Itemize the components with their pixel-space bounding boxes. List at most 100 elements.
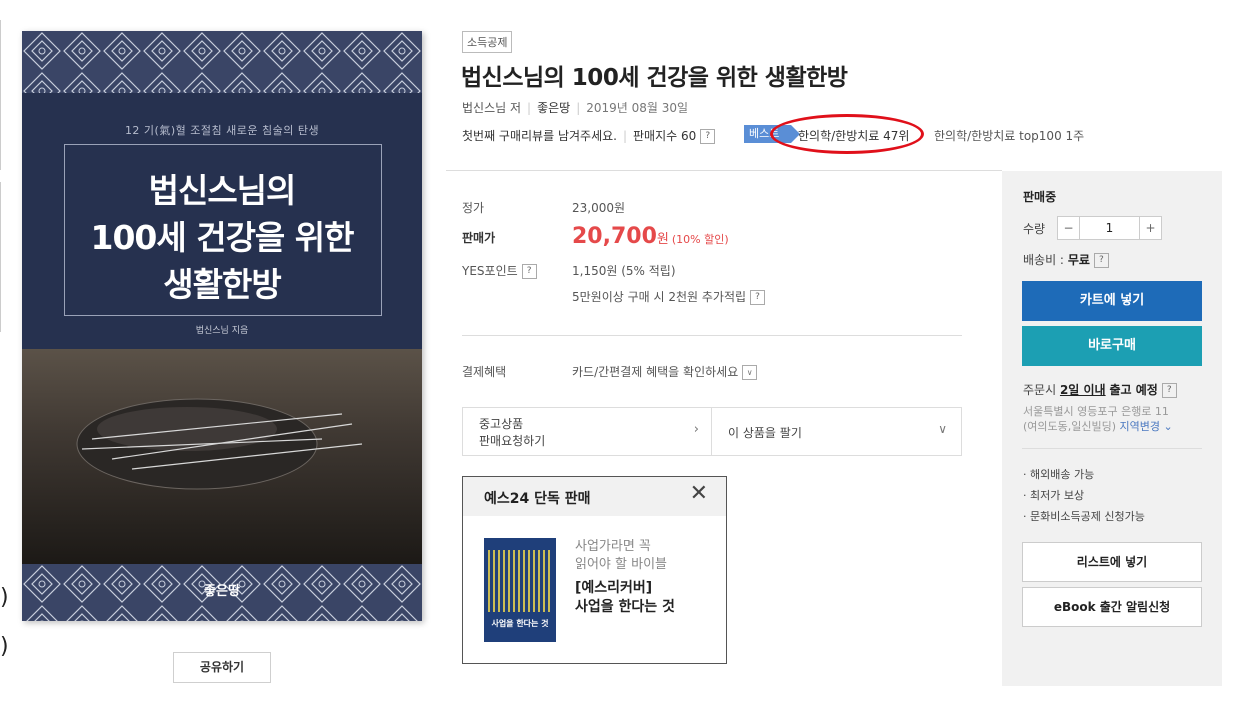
delivery-address-line: 서울특별시 영등포구 은행로 11: [1023, 405, 1169, 418]
used-goods-request-button[interactable]: 중고상품 판매요청하기 ›: [463, 408, 712, 455]
list-price-value: 23,000원: [572, 201, 626, 215]
left-edge-divider: [0, 20, 1, 170]
cover-publisher: 좋은땅: [204, 584, 240, 599]
red-highlight-circle: [770, 114, 924, 154]
promo-title-line: [예스리커버]: [575, 580, 653, 596]
publish-date: 2019년 08월 30일: [586, 101, 689, 115]
sales-index: 판매지수 60: [633, 129, 697, 143]
income-deduction-badge: 소득공제: [462, 31, 513, 53]
sale-price-unit: 원: [656, 232, 669, 247]
shipping-fee: 배송비 : 무료?: [1023, 251, 1109, 268]
author-link[interactable]: 법신스님 저: [462, 101, 521, 115]
share-button[interactable]: 공유하기: [173, 652, 271, 683]
help-icon[interactable]: ?: [750, 290, 766, 305]
payment-benefit-value: 카드/간편결제 혜택을 확인하세요: [572, 365, 739, 379]
used-goods-request-label: 판매요청하기: [479, 434, 546, 448]
ebook-alert-button[interactable]: eBook 출간 알림신청: [1022, 587, 1202, 627]
feature-item: · 문화비소득공제 신청가능: [1023, 510, 1145, 523]
delivery-address-line-2: (여의도동,일신빌딩) 지역변경 ⌄: [1023, 418, 1173, 434]
chevron-down-icon: ∨: [938, 422, 947, 436]
point-label: YES포인트: [462, 264, 518, 278]
cover-author: 법신스님 지음: [195, 326, 249, 336]
shipping-label: 배송비 :: [1023, 253, 1064, 267]
sell-item-label: 이 상품을 팔기: [728, 426, 802, 440]
promo-subtitle: 사업가라면 꼭 읽어야 할 바이블: [575, 538, 667, 574]
help-icon[interactable]: ?: [1161, 383, 1177, 398]
point-extra-row: 5만원이상 구매 시 2천원 추가적립?: [572, 288, 766, 305]
payment-benefit-row: 카드/간편결제 혜택을 확인하세요 ∨: [572, 363, 758, 380]
cover-title-line: 법신스님의: [148, 171, 297, 210]
sale-price: 20,700원 (10% 할인): [572, 224, 729, 249]
promo-book-title[interactable]: [예스리커버] 사업을 한다는 것: [575, 579, 675, 617]
quantity-increase-button[interactable]: +: [1139, 217, 1161, 239]
thumbnail-pattern: [488, 550, 552, 612]
help-icon[interactable]: ?: [521, 264, 537, 279]
cover-subtitle: 12 기(氣)혈 조절침 새로운 침술의 탄생: [124, 124, 320, 137]
cover-photo: [22, 349, 422, 564]
help-icon[interactable]: ?: [700, 129, 716, 144]
product-meta: 법신스님 저 | 좋은땅 | 2019년 08월 30일: [462, 99, 688, 116]
review-row: 첫번째 구매리뷰를 남겨주세요. | 판매지수 60?: [462, 127, 716, 144]
promo-book-thumbnail[interactable]: 사업을 한다는 것: [484, 538, 556, 642]
promo-title: 예스24 단독 판매: [484, 491, 591, 507]
book-cover-image[interactable]: 12 기(氣)혈 조절침 새로운 침술의 탄생 법신스님의 100세 건강을 위…: [22, 31, 422, 621]
list-price-label: 정가: [462, 201, 485, 215]
cover-top-pattern: [22, 31, 422, 93]
left-edge-glyph: ): [0, 634, 9, 659]
left-edge-glyph: ): [0, 585, 9, 610]
sale-status: 판매중: [1023, 190, 1057, 204]
close-icon[interactable]: ✕: [690, 483, 708, 505]
meta-separator: |: [576, 101, 581, 115]
exclusive-promo-popup: 예스24 단독 판매 ✕ 사업을 한다는 것 사업가라면 꼭 읽어야 할 바이블…: [462, 476, 727, 664]
cover-title-line: 100세 건강을 위한: [90, 218, 354, 257]
change-region-link[interactable]: 지역변경 ⌄: [1120, 420, 1173, 433]
sell-item-dropdown[interactable]: 이 상품을 팔기 ∨: [712, 408, 961, 455]
discount-rate: (10% 할인): [671, 233, 729, 246]
meta-separator: |: [527, 101, 532, 115]
publisher-link[interactable]: 좋은땅: [537, 101, 570, 115]
panel-divider: [1022, 448, 1202, 449]
payment-benefit-label: 결제혜택: [462, 365, 507, 379]
top100-rank-link[interactable]: 한의학/한방치료 top100 1주: [934, 127, 1084, 144]
used-goods-box: 중고상품 판매요청하기 › 이 상품을 팔기 ∨: [462, 407, 962, 456]
promo-header: 예스24 단독 판매 ✕: [463, 477, 726, 516]
meta-separator: |: [622, 129, 628, 143]
feature-text: 최저가 보상: [1030, 489, 1085, 502]
chevron-down-icon[interactable]: ∨: [742, 365, 758, 380]
add-to-cart-button[interactable]: 카트에 넣기: [1022, 281, 1202, 321]
help-icon[interactable]: ?: [1093, 253, 1109, 268]
feature-item: · 최저가 보상: [1023, 489, 1085, 502]
sale-price-value: 20,700: [572, 224, 657, 249]
sale-price-label: 판매가: [462, 231, 496, 245]
purchase-panel: 판매중 수량 − 1 + 배송비 : 무료? 카트에 넣기 바로구매 주문시 2…: [1002, 171, 1222, 686]
delivery-address-detail: (여의도동,일신빌딩): [1023, 420, 1117, 433]
point-extra: 5만원이상 구매 시 2천원 추가적립: [572, 290, 747, 304]
promo-title-line: 사업을 한다는 것: [575, 599, 675, 615]
delivery-estimate: 주문시 2일 이내 출고 예정?: [1023, 381, 1177, 398]
delivery-prefix: 주문시: [1023, 383, 1057, 397]
add-to-list-button[interactable]: 리스트에 넣기: [1022, 542, 1202, 582]
buy-now-button[interactable]: 바로구매: [1022, 326, 1202, 366]
change-region-label: 지역변경: [1119, 420, 1161, 433]
quantity-stepper: − 1 +: [1057, 216, 1162, 240]
review-prompt-link[interactable]: 첫번째 구매리뷰를 남겨주세요.: [462, 129, 617, 143]
point-label-row: YES포인트?: [462, 262, 537, 279]
quantity-input[interactable]: 1: [1080, 217, 1139, 239]
thumbnail-title: 사업을 한다는 것: [491, 619, 549, 628]
section-divider: [446, 170, 1002, 171]
chevron-down-icon: ⌄: [1163, 420, 1173, 433]
feature-text: 문화비소득공제 신청가능: [1030, 510, 1145, 523]
stone-with-needles-illustration: [76, 398, 363, 490]
delivery-suffix: 출고 예정: [1109, 383, 1158, 397]
section-divider: [462, 335, 962, 336]
chevron-right-icon: ›: [693, 422, 699, 437]
left-edge-divider: [0, 182, 1, 332]
quantity-decrease-button[interactable]: −: [1058, 217, 1080, 239]
product-title: 법신스님의 100세 건강을 위한 생활한방: [461, 65, 848, 91]
promo-subtitle-line: 읽어야 할 바이블: [575, 557, 667, 572]
promo-subtitle-line: 사업가라면 꼭: [575, 539, 651, 554]
feature-item: · 해외배송 가능: [1023, 468, 1095, 481]
used-goods-label: 중고상품: [479, 417, 524, 431]
feature-text: 해외배송 가능: [1030, 468, 1095, 481]
cover-title-line: 생활한방: [163, 265, 281, 304]
